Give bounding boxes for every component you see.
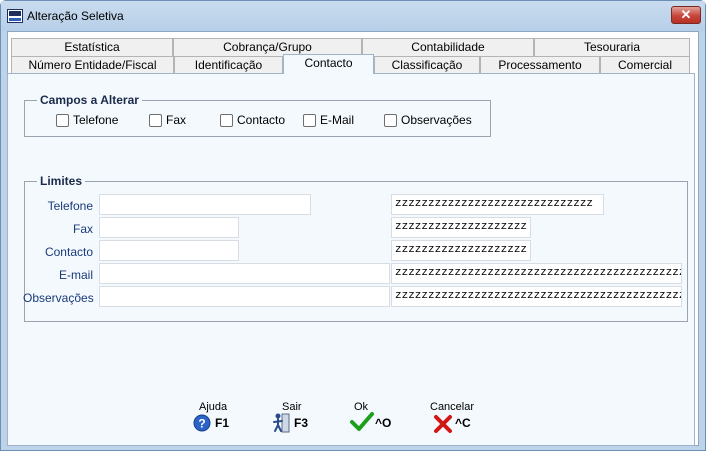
checkbox-telefone[interactable]: Telefone [56, 112, 118, 128]
cancel-label: Cancelar [430, 401, 475, 413]
checkbox-box[interactable] [56, 113, 69, 127]
tab-contacto[interactable]: Contacto [283, 54, 374, 74]
label-telefone: Telefone [47, 199, 93, 213]
telefone-from-input[interactable] [99, 194, 311, 215]
telefone-to-input[interactable]: zzzzzzzzzzzzzzzzzzzzzzzzzzzzzz [391, 194, 604, 215]
label-email: E-mail [58, 268, 93, 282]
window-title: Alteração Seletiva [27, 9, 124, 23]
checkbox-box[interactable] [303, 113, 316, 127]
contacto-from-input[interactable] [99, 240, 239, 261]
label-fax: Fax [72, 222, 93, 236]
checkbox-observacoes[interactable]: Observações [384, 112, 472, 128]
label-observacoes: Observações [23, 291, 94, 305]
app-window: Alteração Seletiva ✕ Estatística Cobranç… [0, 0, 706, 451]
check-icon [350, 412, 374, 431]
title-bar: Alteração Seletiva ✕ [1, 1, 705, 31]
checkbox-label: Contacto [237, 113, 286, 127]
checkbox-contacto[interactable]: Contacto [220, 112, 285, 128]
exit-shortcut: F3 [294, 416, 309, 430]
cancel-button[interactable]: Cancelar ^C [429, 401, 485, 435]
tab-tesouraria[interactable]: Tesouraria [534, 38, 690, 57]
checkbox-box[interactable] [220, 113, 233, 127]
fax-to-input[interactable]: zzzzzzzzzzzzzzzzzzzz [391, 217, 531, 238]
help-shortcut: F1 [215, 416, 230, 430]
app-icon [7, 9, 23, 23]
svg-text:?: ? [198, 417, 205, 431]
checkbox-label: E-Mail [320, 113, 355, 127]
cancel-shortcut: ^C [455, 416, 471, 430]
tab-contabilidade[interactable]: Contabilidade [362, 38, 534, 57]
checkbox-fax[interactable]: Fax [149, 112, 186, 128]
help-label: Ajuda [199, 401, 228, 413]
checkbox-label: Telefone [73, 113, 119, 127]
contacto-to-input[interactable]: zzzzzzzzzzzzzzzzzzzz [391, 240, 531, 261]
ok-shortcut: ^O [375, 416, 392, 430]
checkbox-label: Observações [401, 113, 472, 127]
email-from-input[interactable] [99, 263, 390, 284]
campos-group-title: Campos a Alterar [37, 93, 142, 107]
ok-button[interactable]: Ok ^O [349, 401, 399, 435]
label-contacto: Contacto [44, 245, 93, 259]
observacoes-to-input[interactable]: zzzzzzzzzzzzzzzzzzzzzzzzzzzzzzzzzzzzzzzz… [391, 286, 682, 307]
limites-group-title: Limites [37, 174, 86, 188]
tab-estatistica[interactable]: Estatística [11, 38, 173, 57]
cancel-icon [434, 415, 452, 433]
help-button[interactable]: Ajuda ? F1 [187, 401, 237, 435]
checkbox-label: Fax [166, 113, 187, 127]
email-to-input[interactable]: zzzzzzzzzzzzzzzzzzzzzzzzzzzzzzzzzzzzzzzz… [391, 263, 682, 284]
fax-from-input[interactable] [99, 217, 239, 238]
checkbox-email[interactable]: E-Mail [303, 112, 354, 128]
checkbox-box[interactable] [384, 113, 397, 127]
observacoes-from-input[interactable] [99, 286, 390, 307]
checkbox-box[interactable] [149, 113, 162, 127]
exit-button[interactable]: Sair F3 [267, 401, 317, 435]
exit-icon [273, 413, 290, 433]
help-icon: ? [193, 414, 211, 432]
close-button[interactable]: ✕ [671, 6, 701, 24]
